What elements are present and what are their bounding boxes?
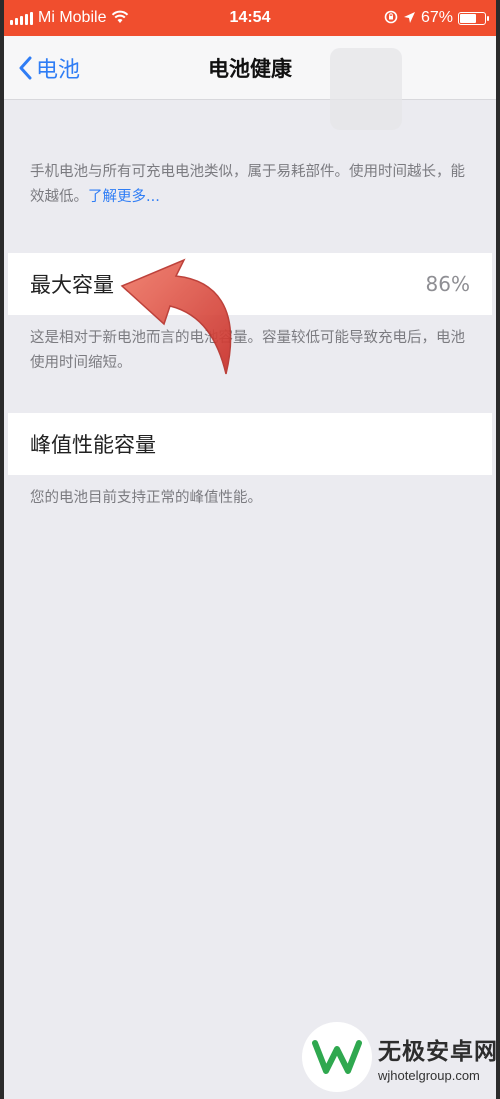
watermark: 无极安卓网 wjhotelgroup.com [302,1018,498,1096]
max-capacity-label: 最大容量 [30,273,114,297]
battery-percent: 67% [420,9,453,26]
location-icon [403,9,416,28]
chevron-left-icon [19,56,32,80]
battery-fill [460,13,477,23]
status-time: 14:54 [229,9,271,26]
watermark-url: wjhotelgroup.com [378,1067,480,1083]
intro-description: 手机电池与所有可充电电池类似，属于易耗部件。使用时间越长，能效越低。了解更多..… [30,160,476,210]
lock-rotation-icon [384,9,398,28]
status-right: 67% [384,9,489,28]
phone-screen: Mi Mobile 14:54 67% 电池健康 电池 手机电池与所有可充电电池… [0,0,500,1099]
peak-performance-label: 峰值性能容量 [30,433,156,457]
max-capacity-description: 这是相对于新电池而言的电池容量。容量较低可能导致充电后，电池使用时间缩短。 [30,330,465,371]
carrier-name: Mi Mobile [38,9,107,26]
blurred-overlay [330,48,402,130]
peak-performance-row: 峰值性能容量 [8,413,492,475]
w-logo-icon [302,1022,372,1092]
wifi-icon [111,9,129,28]
max-capacity-row: 最大容量 86% [8,253,492,315]
peak-performance-description: 您的电池目前支持正常的峰值性能。 [30,490,262,506]
navigation-bar: 电池健康 电池 [4,36,496,130]
status-left: Mi Mobile [10,9,129,28]
battery-icon [458,11,489,25]
status-bar: Mi Mobile 14:54 67% [4,0,496,36]
signal-icon [10,11,33,25]
back-label: 电池 [36,58,81,83]
back-button[interactable]: 电池 [18,50,80,86]
watermark-name: 无极安卓网 [378,1038,498,1065]
learn-more-link[interactable]: 了解更多... [88,189,160,205]
max-capacity-value: 86% [425,272,470,296]
